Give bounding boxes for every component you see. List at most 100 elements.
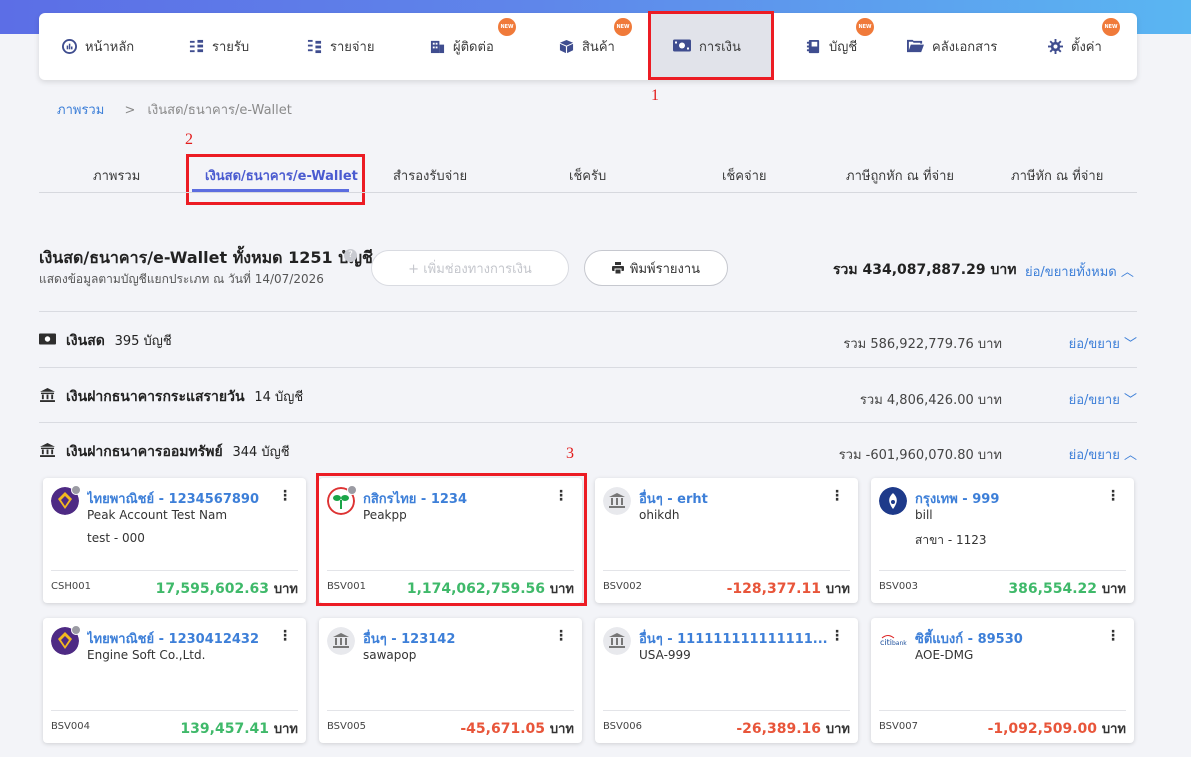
nav-label: รายรับ (212, 40, 250, 55)
annotation-number-2: 2 (185, 131, 193, 148)
income-icon (189, 39, 204, 53)
section-count: 14 บัญชี (254, 390, 304, 405)
more-options-icon[interactable]: ⋮ (1106, 628, 1120, 644)
account-name[interactable]: กรุงเทพ - 999 (915, 488, 999, 509)
account-holder: sawapop (363, 648, 417, 662)
section-title: เงินสด 395 บัญชี (66, 330, 172, 352)
status-dot (71, 625, 81, 635)
more-options-icon[interactable]: ⋮ (278, 628, 292, 644)
nav-item-accounting[interactable]: บัญชี (806, 13, 857, 80)
nav-label: รายจ่าย (330, 40, 375, 55)
more-options-icon[interactable]: ⋮ (554, 628, 568, 644)
bank-icon (603, 627, 631, 655)
balance-unit: บาท (549, 722, 574, 737)
card-divider (603, 570, 850, 571)
account-holder: Engine Soft Co.,Ltd. (87, 648, 206, 662)
section-savings-account: เงินฝากธนาคารออมทรัพย์ 344 บัญชี รวม -60… (39, 422, 1137, 478)
account-name[interactable]: ไทยพาณิชย์ - 1234567890 (87, 488, 259, 509)
tab-withholding-tax-paid[interactable]: ภาษีหัก ณ ที่จ่าย (1011, 165, 1103, 186)
tab-cheque-paid[interactable]: เช็คจ่าย (722, 165, 767, 186)
expense-icon (307, 39, 322, 54)
toggle-label: ย่อ/ขยาย (1068, 448, 1120, 463)
card-divider (879, 570, 1126, 571)
section-toggle[interactable]: ย่อ/ขยาย ﹀ (1069, 389, 1137, 410)
account-balance: -45,671.05 บาท (460, 718, 574, 739)
section-name: เงินฝากธนาคารกระแสรายวัน (66, 389, 245, 405)
section-name: เงินสด (66, 333, 105, 349)
section-count: 395 บัญชี (114, 334, 172, 349)
more-options-icon[interactable]: ⋮ (1106, 488, 1120, 504)
breadcrumb-root-link[interactable]: ภาพรวม (57, 103, 104, 118)
nav-item-expense[interactable]: รายจ่าย (307, 13, 374, 80)
account-name[interactable]: ซิตี้แบงก์ - 89530 (915, 628, 1023, 649)
more-options-icon[interactable]: ⋮ (278, 488, 292, 504)
cash-icon (39, 333, 56, 345)
contacts-icon (430, 40, 445, 54)
account-holder: AOE-DMG (915, 648, 974, 662)
account-name[interactable]: ไทยพาณิชย์ - 1230412432 (87, 628, 259, 649)
account-card[interactable]: ไทยพาณิชย์ - 1234567890 Peak Account Tes… (43, 478, 306, 603)
section-toggle[interactable]: ย่อ/ขยาย ︿ (1069, 444, 1137, 465)
dashboard-icon (62, 39, 77, 54)
nav-item-contacts[interactable]: ผู้ติดต่อ (430, 13, 494, 80)
card-divider (879, 710, 1126, 711)
ledger-book-icon (806, 39, 820, 54)
print-report-button[interactable]: พิมพ์รายงาน (584, 250, 728, 286)
balance-unit: บาท (1101, 582, 1126, 597)
account-card[interactable]: กรุงเทพ - 999 bill สาขา - 1123 ⋮ BSV003 … (871, 478, 1134, 603)
account-balance: -26,389.16 บาท (736, 718, 850, 739)
balance-unit: บาท (825, 722, 850, 737)
account-balance: 139,457.41 บาท (180, 718, 298, 739)
section-total: รวม 586,922,779.76 บาท (843, 337, 1002, 352)
nav-item-income[interactable]: รายรับ (189, 13, 249, 80)
page-subtitle: แสดงข้อมูลตามบัญชีแยกประเภท ณ วันที่ 14/… (39, 272, 324, 286)
balance-unit: บาท (273, 582, 298, 597)
balance-unit: บาท (1101, 722, 1126, 737)
account-branch: สาขา - 1123 (915, 533, 987, 547)
more-options-icon[interactable]: ⋮ (830, 628, 844, 644)
account-card[interactable]: อื่นๆ - 123142 sawapop ⋮ BSV005 -45,671.… (319, 618, 582, 743)
section-count: 344 บัญชี (232, 445, 290, 460)
help-icon[interactable]: ? (344, 249, 357, 262)
account-code: CSH001 (51, 581, 91, 592)
account-code: BSV006 (603, 721, 642, 732)
svg-text:citi: citi (880, 638, 892, 647)
nav-label: ตั้งค่า (1071, 40, 1102, 55)
finance-subtabs: ภาพรวม เงินสด/ธนาคาร/e-Wallet สำรองรับจ่… (39, 150, 1137, 193)
nav-item-products[interactable]: สินค้า (559, 13, 615, 80)
account-card[interactable]: อื่นๆ - erht ohikdh ⋮ BSV002 -128,377.11… (595, 478, 858, 603)
tab-overview[interactable]: ภาพรวม (93, 165, 140, 186)
nav-label: หน้าหลัก (85, 40, 135, 55)
active-tab-underline (192, 189, 349, 192)
card-divider (603, 710, 850, 711)
nav-item-documents[interactable]: คลังเอกสาร (907, 13, 997, 80)
account-balance: -1,092,509.00 บาท (988, 718, 1126, 739)
tab-cash-bank-ewallet[interactable]: เงินสด/ธนาคาร/e-Wallet (205, 165, 358, 186)
highlight-box-3 (316, 473, 587, 606)
account-name[interactable]: อื่นๆ - erht (639, 488, 708, 509)
account-code: BSV002 (603, 581, 642, 592)
account-name[interactable]: อื่นๆ - 111111111111111... (639, 628, 828, 649)
account-name[interactable]: อื่นๆ - 123142 (363, 628, 455, 649)
bbl-logo-icon (879, 487, 907, 515)
tab-withholding-tax-received[interactable]: ภาษีถูกหัก ณ ที่จ่าย (846, 165, 954, 186)
account-card[interactable]: ไทยพาณิชย์ - 1230412432 Engine Soft Co.,… (43, 618, 306, 743)
breadcrumb-current: เงินสด/ธนาคาร/e-Wallet (147, 103, 292, 118)
breadcrumb: ภาพรวม > เงินสด/ธนาคาร/e-Wallet (57, 99, 292, 120)
toggle-all-link[interactable]: ย่อ/ขยายทั้งหมด ︿ (1025, 261, 1134, 282)
tab-petty-cash[interactable]: สำรองรับจ่าย (393, 165, 467, 186)
more-options-icon[interactable]: ⋮ (830, 488, 844, 504)
nav-item-home[interactable]: หน้าหลัก (62, 13, 134, 80)
account-card[interactable]: อื่นๆ - 111111111111111... USA-999 ⋮ BSV… (595, 618, 858, 743)
tab-cheque-received[interactable]: เช็ครับ (569, 165, 606, 186)
account-card[interactable]: citi bank ซิตี้แบงก์ - 89530 AOE-DMG ⋮ BS… (871, 618, 1134, 743)
account-balance: 17,595,602.63 บาท (156, 578, 298, 599)
new-badge: NEW (856, 18, 874, 36)
add-payment-channel-button[interactable]: + เพิ่มช่องทางการเงิน (371, 250, 569, 286)
section-toggle[interactable]: ย่อ/ขยาย ﹀ (1069, 333, 1137, 354)
bank-icon (40, 443, 55, 457)
section-title: เงินฝากธนาคารออมทรัพย์ 344 บัญชี (66, 441, 290, 463)
new-badge: NEW (498, 18, 516, 36)
nav-item-settings[interactable]: ตั้งค่า (1048, 13, 1102, 80)
bank-icon (327, 627, 355, 655)
